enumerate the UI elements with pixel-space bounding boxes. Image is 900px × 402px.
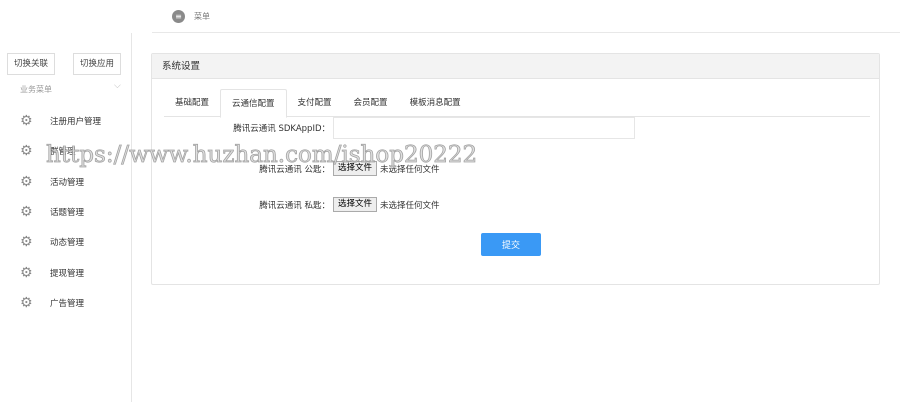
- sidebar-item-label: 话题管理: [50, 208, 85, 218]
- tab-template-message[interactable]: 模板消息配置: [399, 89, 472, 116]
- chevron-down-icon[interactable]: ⌵: [114, 81, 121, 91]
- settings-panel: 系统设置 基础配置 云通信配置 支付配置 会员配置 模板消息配置 腾讯云通讯 S…: [151, 53, 880, 285]
- gear-icon: ⚙: [20, 234, 33, 250]
- sidebar-item-ads[interactable]: ⚙ 广告管理: [20, 296, 84, 310]
- public-key-label: 腾讯云通讯 公匙：: [259, 164, 330, 175]
- gear-icon: ⚙: [20, 295, 33, 311]
- sidebar-item-topics[interactable]: ⚙ 话题管理: [20, 205, 84, 219]
- sidebar-item-label: 动态管理: [50, 238, 85, 248]
- gear-icon: ⚙: [20, 204, 33, 220]
- gear-icon: ⚙: [20, 265, 33, 281]
- tab-basic[interactable]: 基础配置: [164, 89, 220, 116]
- private-key-label: 腾讯云通讯 私匙：: [259, 200, 330, 211]
- sidebar-item-label: 活动管理: [50, 178, 85, 188]
- menu-icon[interactable]: ≡: [172, 9, 185, 23]
- tab-cloud-im[interactable]: 云通信配置: [220, 89, 287, 118]
- sidebar-item-label: 注册用户管理: [50, 117, 102, 127]
- menu-label[interactable]: 菜单: [194, 11, 210, 22]
- panel-title: 系统设置: [152, 54, 879, 79]
- sidebar: 切换关联 切换应用 业务菜单 ⌵ ⚙ 注册用户管理 ⚙ 群管理 ⚙ 活动管理 ⚙ 话题管…: [0, 33, 132, 402]
- switch-app-button[interactable]: 切换应用: [73, 53, 122, 75]
- sidebar-item-label: 群管理: [50, 147, 76, 157]
- sidebar-item-feeds[interactable]: ⚙ 动态管理: [20, 235, 84, 249]
- private-key-file-status: 未选择任何文件: [380, 200, 440, 211]
- sidebar-item-label: 广告管理: [50, 299, 85, 309]
- public-key-file-status: 未选择任何文件: [380, 164, 440, 175]
- gear-icon: ⚙: [20, 113, 33, 129]
- sidebar-item-withdrawals[interactable]: ⚙ 提现管理: [20, 266, 84, 280]
- sidebar-item-label: 提现管理: [50, 269, 85, 279]
- sdkappid-input[interactable]: [333, 117, 635, 139]
- sidebar-item-users[interactable]: ⚙ 注册用户管理: [20, 114, 101, 128]
- gear-icon: ⚙: [20, 174, 33, 190]
- gear-icon: ⚙: [20, 143, 33, 159]
- tab-membership[interactable]: 会员配置: [343, 89, 399, 116]
- sdkappid-label: 腾讯云通讯 SDKAppID：: [233, 124, 330, 134]
- private-key-file-button[interactable]: 选择文件: [333, 197, 378, 212]
- public-key-file-button[interactable]: 选择文件: [333, 161, 378, 176]
- tab-bar: 基础配置 云通信配置 支付配置 会员配置 模板消息配置: [164, 89, 870, 118]
- submit-button[interactable]: 提交: [481, 233, 541, 256]
- sidebar-item-groups[interactable]: ⚙ 群管理: [20, 144, 76, 158]
- sidebar-item-activities[interactable]: ⚙ 活动管理: [20, 175, 84, 189]
- top-bar: ≡ 菜单: [152, 0, 900, 33]
- tab-payment[interactable]: 支付配置: [287, 89, 343, 116]
- switch-association-button[interactable]: 切换关联: [7, 53, 56, 75]
- menu-group-label[interactable]: 业务菜单: [20, 84, 52, 95]
